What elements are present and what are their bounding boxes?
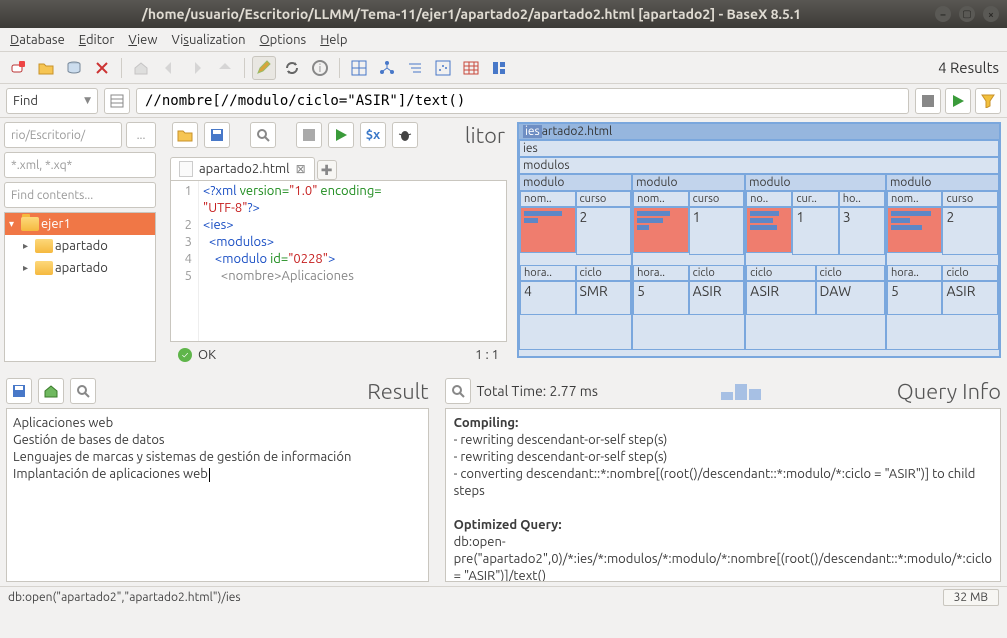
query-info-body[interactable]: Compiling: - rewriting descendant-or-sel…	[445, 408, 1001, 582]
view-tree-icon[interactable]	[375, 56, 399, 80]
results-count-label: 4 Results	[938, 59, 1001, 76]
tree-item[interactable]: ▸apartado	[5, 257, 155, 279]
menubar: Database Editor View Visualization Optio…	[0, 28, 1007, 52]
editor-search-icon[interactable]	[250, 122, 276, 148]
run-query-button[interactable]	[945, 88, 971, 114]
tree-item[interactable]: ▸apartado	[5, 235, 155, 257]
code-content[interactable]: <?xml version="1.0" encoding= "UTF-8"?> …	[199, 181, 386, 341]
editor-panel: $x litor apartado2.html ⊠ ✚ 1 2345 <?xml…	[164, 118, 517, 366]
query-input[interactable]	[136, 88, 909, 114]
result-panel: Result Aplicaciones web Gestión de bases…	[0, 370, 439, 586]
editor-run-icon[interactable]	[328, 122, 354, 148]
svg-text:i: i	[319, 63, 322, 75]
result-home-icon[interactable]	[38, 378, 64, 404]
menu-help[interactable]: Help	[314, 31, 353, 49]
menu-editor[interactable]: Editor	[73, 31, 121, 49]
editor-tab[interactable]: apartado2.html ⊠	[170, 157, 315, 180]
forward-icon[interactable]	[185, 56, 209, 80]
editor-vars-icon[interactable]: $x	[360, 122, 386, 148]
result-search-icon[interactable]	[70, 378, 96, 404]
editor-stop-icon[interactable]	[296, 122, 322, 148]
tree-item[interactable]: ▾ejer1	[5, 213, 155, 235]
path-more-button[interactable]: ...	[126, 122, 156, 148]
find-contents-input[interactable]: Find contents...	[4, 182, 156, 208]
map-node[interactable]: ies	[519, 140, 999, 157]
query-info-panel: Total Time: 2.77 ms Query Info Compiling…	[439, 370, 1007, 586]
view-plot-icon[interactable]	[431, 56, 455, 80]
view-folder-icon[interactable]	[403, 56, 427, 80]
close-tab-icon[interactable]: ⊠	[296, 162, 306, 176]
main-toolbar: i 4 Results	[0, 52, 1007, 84]
document-icon	[179, 161, 193, 177]
window-title: /home/usuario/Escritorio/LLMM/Tema-11/ej…	[8, 6, 935, 22]
edit-mode-icon[interactable]	[252, 56, 276, 80]
menu-view[interactable]: View	[122, 31, 163, 49]
map-module[interactable]: modulo nom..curso 2 hora..ciclo 4SMR	[519, 174, 632, 350]
line-gutter: 1 2345	[171, 181, 199, 341]
stop-query-button[interactable]	[915, 88, 941, 114]
close-db-icon[interactable]	[90, 56, 114, 80]
folder-icon	[35, 239, 53, 253]
history-button[interactable]	[104, 88, 130, 114]
editor-status-text: OK	[198, 348, 216, 362]
maximize-button[interactable]: ▢	[959, 6, 975, 22]
folder-icon	[21, 217, 39, 231]
window-titlebar: /home/usuario/Escritorio/LLMM/Tema-11/ej…	[0, 0, 1007, 28]
status-path: db:open("apartado2","apartado2.html")/ie…	[8, 591, 241, 604]
find-mode-select[interactable]: Find▼	[6, 88, 98, 114]
queryinfo-search-icon[interactable]	[445, 378, 471, 404]
map-node[interactable]: modulos	[519, 157, 999, 174]
result-save-icon[interactable]	[6, 378, 32, 404]
close-button[interactable]: ×	[983, 6, 999, 22]
up-icon[interactable]	[213, 56, 237, 80]
editor-tab-label: apartado2.html	[199, 162, 290, 176]
menu-options[interactable]: Options	[254, 31, 313, 49]
memory-label: 32 MB	[943, 589, 999, 606]
editor-title: litor	[465, 123, 505, 148]
minimize-button[interactable]: –	[935, 6, 951, 22]
filter-input[interactable]: *.xml, *.xq*	[4, 152, 156, 178]
editor-tabs: apartado2.html ⊠ ✚	[164, 152, 513, 180]
filter-button[interactable]	[975, 88, 1001, 114]
new-db-icon[interactable]	[6, 56, 30, 80]
status-bar: db:open("apartado2","apartado2.html")/ie…	[0, 586, 1007, 608]
new-tab-button[interactable]: ✚	[317, 160, 337, 180]
map-module[interactable]: modulo nom..curso 2 hora..ciclo 5ASIR	[886, 174, 999, 350]
file-tree[interactable]: ▾ejer1 ▸apartado ▸apartado	[4, 212, 156, 362]
view-table-icon[interactable]	[459, 56, 483, 80]
editor-status: ✓ OK 1 : 1	[170, 344, 507, 366]
result-title: Result	[367, 379, 428, 404]
result-body[interactable]: Aplicaciones web Gestión de bases de dat…	[6, 408, 429, 582]
refresh-icon[interactable]	[280, 56, 304, 80]
editor-debug-icon[interactable]	[392, 122, 418, 148]
file-panel: rio/Escritorio/ ... *.xml, *.xq* Find co…	[0, 118, 164, 366]
open-db-icon[interactable]	[34, 56, 58, 80]
menu-visualization[interactable]: Visualization	[165, 31, 251, 49]
code-editor[interactable]: 1 2345 <?xml version="1.0" encoding= "UT…	[170, 180, 507, 342]
manage-db-icon[interactable]	[62, 56, 86, 80]
query-bar: Find▼	[0, 84, 1007, 118]
cursor-position: 1 : 1	[475, 348, 499, 362]
menu-database[interactable]: Database	[4, 31, 71, 49]
queryinfo-title: Query Info	[897, 379, 1001, 404]
back-icon[interactable]	[157, 56, 181, 80]
map-panel[interactable]: iesartado2.html ies modulos modulo nom..…	[517, 118, 1007, 366]
info-icon[interactable]: i	[308, 56, 332, 80]
map-module[interactable]: modulo no..cur..ho.. 13 ciclociclo ASIRD…	[745, 174, 886, 350]
view-explorer-icon[interactable]	[487, 56, 511, 80]
map-node[interactable]: iesartado2.html	[519, 124, 999, 140]
total-time-label: Total Time: 2.77 ms	[477, 383, 598, 399]
chevron-down-icon: ▼	[84, 95, 91, 106]
map-module[interactable]: modulo nom..curso 1 hora..ciclo 5ASIR	[632, 174, 745, 350]
ok-icon: ✓	[178, 348, 192, 362]
folder-icon	[35, 261, 53, 275]
path-input[interactable]: rio/Escritorio/	[4, 122, 122, 148]
editor-open-icon[interactable]	[172, 122, 198, 148]
view-map-icon[interactable]	[347, 56, 371, 80]
home-icon[interactable]	[129, 56, 153, 80]
editor-save-icon[interactable]	[204, 122, 230, 148]
timing-chart-icon	[719, 380, 767, 402]
